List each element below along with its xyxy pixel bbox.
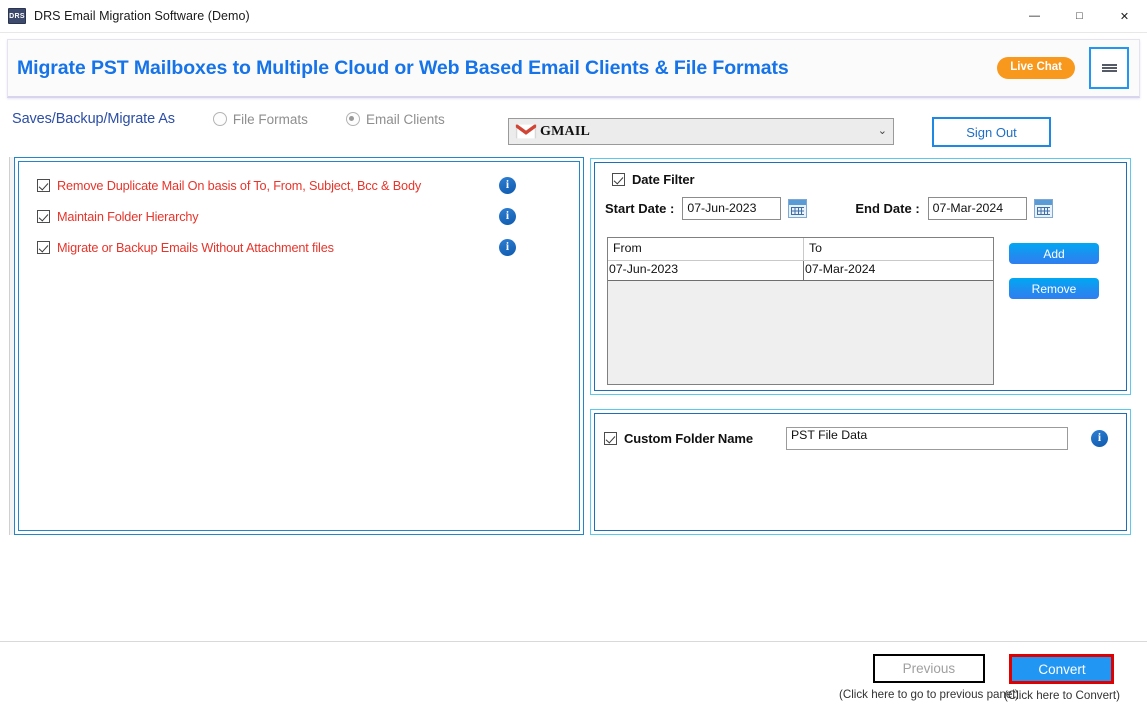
- cell-from: 07-Jun-2023: [608, 261, 804, 280]
- option-without-attachments-label: Migrate or Backup Emails Without Attachm…: [57, 240, 334, 255]
- close-icon[interactable]: ✕: [1102, 0, 1147, 32]
- radio-file-formats-dot: [212, 112, 227, 126]
- radio-email-clients-dot: [345, 112, 360, 126]
- custom-folder-checkbox[interactable]: [604, 432, 617, 445]
- date-filter-checkbox[interactable]: [612, 173, 625, 186]
- calendar-icon-top: [789, 200, 807, 205]
- option-without-attachments-checkbox[interactable]: [37, 241, 50, 254]
- target-client-value: GMAIL: [540, 123, 590, 139]
- custom-folder-input[interactable]: PST File Data: [785, 427, 1068, 450]
- option-remove-duplicate-row: Remove Duplicate Mail On basis of To, Fr…: [37, 170, 583, 201]
- header-banner: Migrate PST Mailboxes to Multiple Cloud …: [7, 39, 1140, 98]
- convert-hint: (Click here to Convert): [1004, 689, 1120, 702]
- table-header-row: From To: [608, 238, 993, 261]
- output-type-radio-group: File Formats Email Clients: [212, 111, 445, 127]
- info-icon[interactable]: i: [499, 208, 516, 225]
- date-filter-content: Date Filter Start Date : 07-Jun-2023 End…: [591, 159, 1130, 385]
- cell-to: 07-Mar-2024: [805, 262, 876, 276]
- option-without-attachments-row: Migrate or Backup Emails Without Attachm…: [37, 232, 583, 263]
- sign-out-button[interactable]: Sign Out: [932, 117, 1051, 147]
- calendar-icon-top: [1034, 200, 1052, 205]
- migration-options-list: Remove Duplicate Mail On basis of To, Fr…: [15, 158, 583, 263]
- date-range-table[interactable]: From To 07-Jun-2023 07-Mar-2024: [607, 237, 994, 385]
- info-icon[interactable]: i: [499, 239, 516, 256]
- option-maintain-hierarchy-label: Maintain Folder Hierarchy: [57, 209, 199, 224]
- remove-date-range-button[interactable]: Remove: [1009, 278, 1099, 299]
- live-chat-button[interactable]: Live Chat: [997, 56, 1075, 80]
- header-banner-wrapper: Migrate PST Mailboxes to Multiple Cloud …: [7, 39, 1140, 98]
- radio-email-clients-label: Email Clients: [365, 111, 445, 127]
- previous-hint: (Click here to go to previous panel): [839, 688, 1019, 701]
- previous-button[interactable]: Previous: [872, 654, 985, 683]
- end-date-label: End Date :: [855, 201, 920, 216]
- start-date-label: Start Date :: [605, 201, 675, 216]
- info-icon[interactable]: i: [1090, 430, 1108, 447]
- table-row[interactable]: 07-Jun-2023 07-Mar-2024: [608, 261, 993, 281]
- end-date-calendar-icon[interactable]: [1033, 199, 1053, 218]
- date-range-actions: Add Remove: [1009, 243, 1099, 299]
- end-date-input[interactable]: 07-Mar-2024: [927, 197, 1027, 220]
- date-filter-title: Date Filter: [632, 172, 695, 187]
- start-date-input[interactable]: 07-Jun-2023: [682, 197, 782, 220]
- radio-file-formats[interactable]: File Formats: [212, 111, 308, 127]
- gmail-icon: [515, 124, 537, 139]
- previous-group: Previous (Click here to go to previous p…: [839, 654, 1019, 701]
- radio-email-clients[interactable]: Email Clients: [345, 111, 445, 127]
- date-filter-header: Date Filter: [591, 159, 1130, 187]
- convert-group: Convert (Click here to Convert): [1004, 654, 1120, 702]
- column-header-to: To: [809, 241, 822, 255]
- window-titlebar: DRS DRS Email Migration Software (Demo) …: [0, 0, 1147, 33]
- chevron-down-icon: ⌄: [877, 125, 887, 137]
- option-remove-duplicate-label: Remove Duplicate Mail On basis of To, Fr…: [57, 178, 422, 193]
- banner-actions: Live Chat: [997, 47, 1139, 89]
- saves-backup-migrate-label: Saves/Backup/Migrate As: [12, 111, 175, 127]
- hamburger-bar: [1101, 64, 1117, 66]
- calendar-icon-grid: [791, 207, 805, 215]
- column-header-from: From: [608, 238, 804, 260]
- hamburger-bar: [1101, 70, 1117, 72]
- option-remove-duplicate-checkbox[interactable]: [37, 179, 50, 192]
- hamburger-menu-icon[interactable]: [1089, 47, 1129, 89]
- maximize-icon[interactable]: □: [1057, 0, 1102, 32]
- window-title: DRS Email Migration Software (Demo): [34, 9, 250, 23]
- footer-bar: Previous (Click here to go to previous p…: [0, 642, 1147, 714]
- calendar-icon-grid: [1036, 207, 1050, 215]
- custom-folder-panel: Custom Folder Name PST File Data i: [590, 409, 1131, 535]
- left-options-panel: Remove Duplicate Mail On basis of To, Fr…: [14, 157, 584, 535]
- app-icon: DRS: [8, 8, 26, 24]
- custom-folder-label: Custom Folder Name: [624, 431, 753, 446]
- custom-folder-row: Custom Folder Name PST File Data i: [591, 410, 1130, 450]
- target-client-select[interactable]: GMAIL ⌄: [508, 118, 894, 145]
- info-icon[interactable]: i: [499, 177, 516, 194]
- banner-title: Migrate PST Mailboxes to Multiple Cloud …: [17, 56, 789, 79]
- option-maintain-hierarchy-row: Maintain Folder Hierarchy i: [37, 201, 583, 232]
- window-controls: — □ ✕: [1012, 0, 1147, 32]
- start-date-calendar-icon[interactable]: [788, 199, 808, 218]
- convert-button[interactable]: Convert: [1009, 654, 1115, 684]
- hamburger-bar: [1101, 67, 1117, 69]
- date-filter-panel: Date Filter Start Date : 07-Jun-2023 End…: [590, 158, 1131, 395]
- date-range-inputs: Start Date : 07-Jun-2023 End Date : 07-M…: [591, 187, 1130, 220]
- add-date-range-button[interactable]: Add: [1009, 243, 1099, 264]
- option-maintain-hierarchy-checkbox[interactable]: [37, 210, 50, 223]
- radio-file-formats-label: File Formats: [232, 111, 308, 127]
- minimize-icon[interactable]: —: [1012, 0, 1057, 32]
